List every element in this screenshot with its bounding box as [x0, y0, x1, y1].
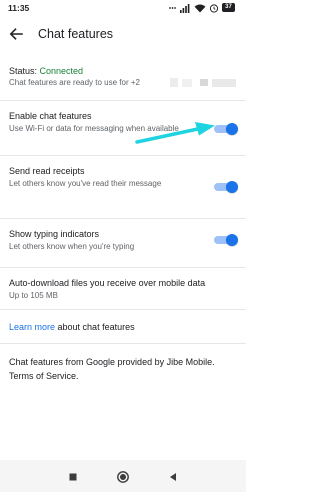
setting-title: Send read receipts [9, 166, 85, 176]
setting-subtitle: Let others know when you're typing [9, 242, 135, 251]
navigation-bar [0, 460, 246, 492]
setting-title: Show typing indicators [9, 229, 100, 239]
read-receipts-toggle[interactable] [214, 181, 238, 193]
provider-text: Chat features from Google provided by Ji… [9, 357, 215, 381]
back-triangle-icon[interactable] [166, 470, 180, 484]
setting-subtitle: Up to 105 MB [9, 291, 58, 300]
divider [0, 309, 246, 310]
home-circle-icon[interactable] [116, 470, 130, 484]
learn-more-line: Learn more about chat features [9, 322, 135, 332]
setting-auto-download[interactable]: Auto-download files you receive over mob… [0, 268, 246, 308]
stop-square-icon[interactable] [66, 470, 80, 484]
setting-title: Auto-download files you receive over mob… [9, 278, 206, 288]
annotation-arrow [135, 122, 215, 144]
toggle-thumb [226, 234, 238, 246]
setting-subtitle: Let others know you've read their messag… [9, 179, 162, 188]
divider [0, 343, 246, 344]
typing-indicators-toggle[interactable] [214, 234, 238, 246]
learn-more-rest: about chat features [55, 322, 135, 332]
toggle-thumb [226, 181, 238, 193]
setting-typing-indicators[interactable]: Show typing indicators Let others know w… [0, 219, 246, 263]
setting-read-receipts[interactable]: Send read receipts Let others know you'v… [0, 156, 246, 210]
learn-more-link[interactable]: Learn more [9, 322, 55, 332]
